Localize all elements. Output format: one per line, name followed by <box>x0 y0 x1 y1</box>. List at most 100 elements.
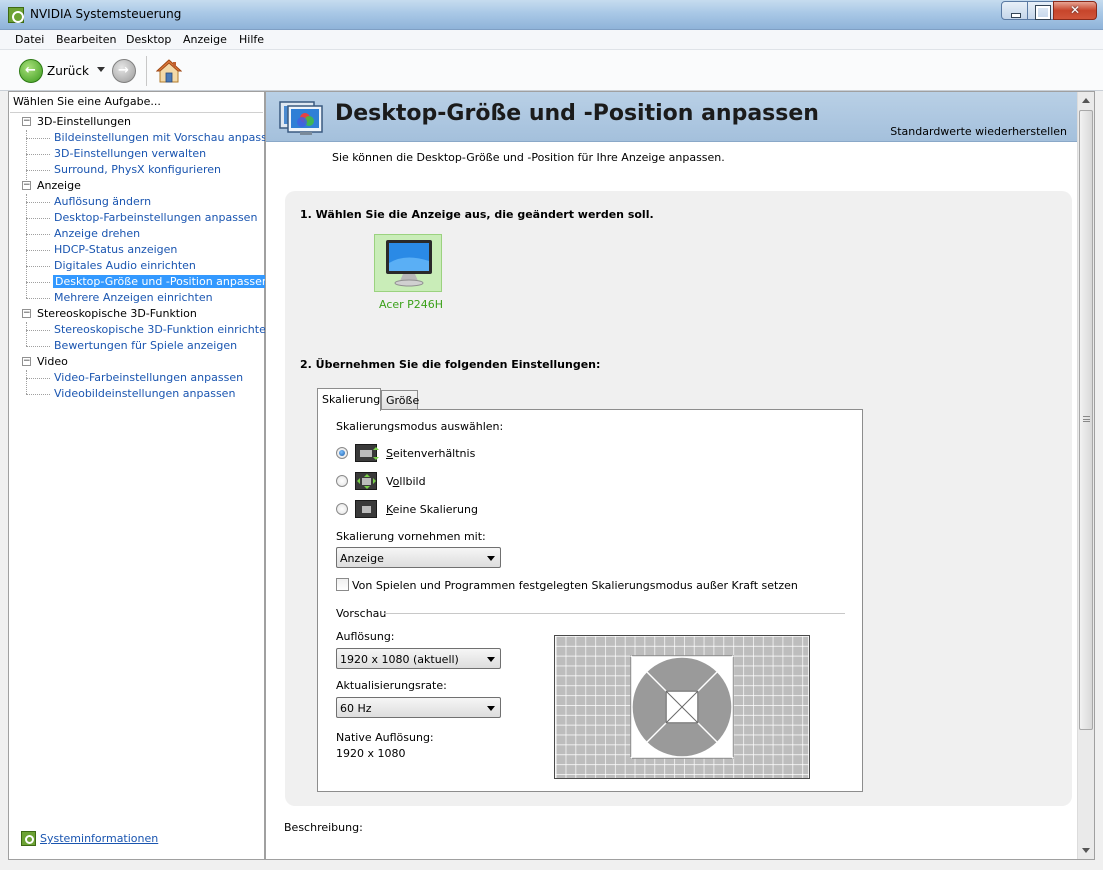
tree-item-aufloesung[interactable]: Auflösung ändern <box>9 194 264 210</box>
tree-item-label[interactable]: Mehrere Anzeigen einrichten <box>54 291 213 304</box>
tree-item-surround-physx[interactable]: Surround, PhysX konfigurieren <box>9 162 264 178</box>
tab-groesse[interactable]: Größe <box>381 390 419 410</box>
tree-line <box>26 266 50 267</box>
tree-item-label[interactable]: HDCP-Status anzeigen <box>54 243 177 256</box>
page-title: Desktop-Größe und -Position anpassen <box>335 101 819 126</box>
collapse-icon[interactable]: − <box>22 309 31 318</box>
tree-line <box>26 394 50 395</box>
system-info-link[interactable]: Systeminformationen <box>40 832 158 845</box>
radio-vollbild[interactable] <box>336 475 348 487</box>
vertical-scrollbar[interactable] <box>1077 92 1094 859</box>
perform-scaling-select[interactable]: Anzeige <box>336 547 501 568</box>
tree-item-label[interactable]: Bewertungen für Spiele anzeigen <box>54 339 237 352</box>
tree-item-desktop-farbe[interactable]: Desktop-Farbeinstellungen anpassen <box>9 210 264 226</box>
label-rest: llbild <box>399 475 426 488</box>
home-icon[interactable] <box>156 58 182 84</box>
tree-item-label[interactable]: Bildeinstellungen mit Vorschau anpassen <box>54 131 281 144</box>
override-scaling-label[interactable]: Von Spielen und Programmen festgelegten … <box>352 579 798 592</box>
tree-item-bildeinstellungen[interactable]: Bildeinstellungen mit Vorschau anpassen <box>9 130 281 146</box>
mnemonic-letter: S <box>386 447 393 460</box>
menu-anzeige[interactable]: Anzeige <box>183 33 227 46</box>
tree-item-anzeige-drehen[interactable]: Anzeige drehen <box>9 226 264 242</box>
forward-button[interactable]: → <box>112 59 136 83</box>
preview-group-label: Vorschau <box>336 607 387 620</box>
desktop-size-icon <box>279 101 323 135</box>
perform-scaling-value: Anzeige <box>340 552 384 565</box>
tree-item-label-selected[interactable]: Desktop-Größe und -Position anpassen <box>53 275 271 288</box>
radio-seitenverhaeltnis[interactable] <box>336 447 348 459</box>
restore-defaults-link[interactable]: Standardwerte wiederherstellen <box>890 125 1067 138</box>
perform-scaling-label: Skalierung vornehmen mit: <box>336 530 486 543</box>
scroll-down-arrow-icon[interactable] <box>1082 848 1090 853</box>
tree-item-label[interactable]: Anzeige drehen <box>54 227 140 240</box>
tree-item-mehrere-anzeigen[interactable]: Mehrere Anzeigen einrichten <box>9 290 264 306</box>
tree-item-videobild[interactable]: Videobildeinstellungen anpassen <box>9 386 264 402</box>
icon-part <box>373 457 379 460</box>
tree-item-hdcp[interactable]: HDCP-Status anzeigen <box>9 242 264 258</box>
resolution-value: 1920 x 1080 (aktuell) <box>340 653 459 666</box>
icon-part <box>362 478 371 485</box>
collapse-icon[interactable]: − <box>22 117 31 126</box>
menu-bearbeiten[interactable]: Bearbeiten <box>56 33 116 46</box>
close-icon: ✕ <box>1069 3 1081 17</box>
radio-keine-skalierung-label[interactable]: Keine Skalierung <box>386 503 478 516</box>
display-name[interactable]: Acer P246H <box>379 298 443 311</box>
title-bar: NVIDIA Systemsteuerung ✕ <box>0 0 1103 30</box>
tree-line <box>26 138 50 139</box>
tab-skalierung[interactable]: Skalierung <box>317 388 381 411</box>
tree-category-video[interactable]: − Video <box>9 354 264 370</box>
tree-item-digitales-audio[interactable]: Digitales Audio einrichten <box>9 258 264 274</box>
back-label[interactable]: Zurück <box>47 64 89 78</box>
radio-seitenverhaeltnis-label[interactable]: Seitenverhältnis <box>386 447 475 460</box>
override-scaling-checkbox[interactable] <box>336 578 349 591</box>
resolution-select[interactable]: 1920 x 1080 (aktuell) <box>336 648 501 669</box>
nvidia-info-icon <box>21 831 36 846</box>
back-button[interactable]: ← <box>19 59 43 83</box>
close-button[interactable]: ✕ <box>1053 1 1097 20</box>
radio-vollbild-label[interactable]: Vollbild <box>386 475 426 488</box>
collapse-icon[interactable]: − <box>22 181 31 190</box>
tree-item-label[interactable]: Videobildeinstellungen anpassen <box>54 387 235 400</box>
step2-label: 2. Übernehmen Sie die folgenden Einstell… <box>300 358 601 371</box>
scaling-mode-label: Skalierungsmodus auswählen: <box>336 420 504 433</box>
menu-desktop[interactable]: Desktop <box>126 33 171 46</box>
native-resolution-value: 1920 x 1080 <box>336 747 406 760</box>
tree-item-bewertungen[interactable]: Bewertungen für Spiele anzeigen <box>9 338 264 354</box>
menu-datei[interactable]: Datei <box>15 33 44 46</box>
window-title: NVIDIA Systemsteuerung <box>30 7 182 21</box>
tree-item-label[interactable]: 3D-Einstellungen verwalten <box>54 147 206 160</box>
tree-category-stereo[interactable]: − Stereoskopische 3D-Funktion <box>9 306 264 322</box>
category-label: Video <box>37 355 68 368</box>
tree-line <box>26 234 50 235</box>
radio-keine-skalierung[interactable] <box>336 503 348 515</box>
tree-item-label[interactable]: Surround, PhysX konfigurieren <box>54 163 221 176</box>
minimize-button[interactable] <box>1001 1 1028 20</box>
tree-item-label[interactable]: Desktop-Farbeinstellungen anpassen <box>54 211 257 224</box>
maximize-button[interactable] <box>1027 1 1054 20</box>
task-panel-header: Wählen Sie eine Aufgabe... <box>13 95 161 108</box>
scrollbar-thumb[interactable] <box>1079 110 1093 730</box>
tree-item-label[interactable]: Digitales Audio einrichten <box>54 259 196 272</box>
display-tile-acer[interactable] <box>374 234 442 292</box>
tree-item-label[interactable]: Video-Farbeinstellungen anpassen <box>54 371 243 384</box>
icon-part <box>362 506 371 513</box>
icon-part <box>373 447 379 450</box>
refresh-rate-select[interactable]: 60 Hz <box>336 697 501 718</box>
collapse-icon[interactable]: − <box>22 357 31 366</box>
refresh-rate-label: Aktualisierungsrate: <box>336 679 447 692</box>
tree-category-anzeige[interactable]: − Anzeige <box>9 178 264 194</box>
monitor-icon <box>386 240 432 287</box>
menu-hilfe[interactable]: Hilfe <box>239 33 264 46</box>
tree-item-label[interactable]: Stereoskopische 3D-Funktion einrichten <box>54 323 273 336</box>
mnemonic-letter: K <box>386 503 393 516</box>
scroll-up-arrow-icon[interactable] <box>1082 98 1090 103</box>
back-history-dropdown[interactable] <box>97 67 105 72</box>
tree-category-3d-einstellungen[interactable]: − 3D-Einstellungen <box>9 114 264 130</box>
tree-item-desktop-groesse[interactable]: Desktop-Größe und -Position anpassen <box>9 274 271 290</box>
content-panel: Desktop-Größe und -Position anpassen Sta… <box>265 91 1095 860</box>
tree-item-3d-verwalten[interactable]: 3D-Einstellungen verwalten <box>9 146 264 162</box>
tree-item-label[interactable]: Auflösung ändern <box>54 195 151 208</box>
tree-item-video-farbe[interactable]: Video-Farbeinstellungen anpassen <box>9 370 264 386</box>
page-banner: Desktop-Größe und -Position anpassen Sta… <box>266 92 1077 142</box>
tree-item-stereo-einrichten[interactable]: Stereoskopische 3D-Funktion einrichten <box>9 322 273 338</box>
